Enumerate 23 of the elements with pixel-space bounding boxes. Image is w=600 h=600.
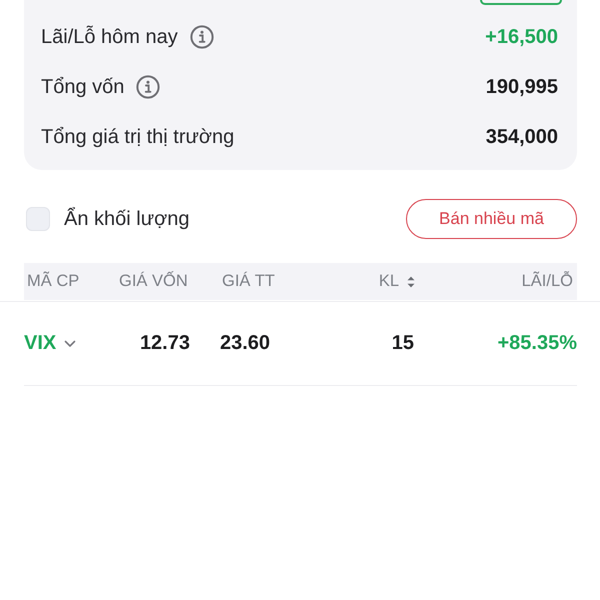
volume-cell: 15 bbox=[392, 332, 414, 355]
cut-off-button[interactable] bbox=[480, 0, 562, 5]
hide-volume-checkbox[interactable] bbox=[26, 207, 50, 231]
column-header: LÃI/LỖ bbox=[520, 272, 574, 291]
cost-price-cell: 12.73 bbox=[140, 332, 190, 355]
summary-value: +16,500 bbox=[485, 26, 558, 48]
market-price-cell: 23.60 bbox=[220, 332, 270, 355]
column-header: GIÁ VỐN bbox=[119, 272, 189, 291]
stock-symbol[interactable]: VIX bbox=[24, 332, 56, 355]
column-header[interactable]: KL bbox=[319, 272, 419, 291]
summary-label: Tổng giá trị thị trường bbox=[41, 126, 234, 148]
column-header: GIÁ TT bbox=[221, 272, 276, 291]
hide-volume-label: Ẩn khối lượng bbox=[64, 208, 190, 230]
chevron-icon[interactable] bbox=[64, 340, 76, 348]
profit-cell: +85.35% bbox=[497, 332, 577, 355]
sell-multiple-button[interactable]: Bán nhiều mã bbox=[406, 199, 577, 239]
info-icon[interactable] bbox=[136, 75, 160, 99]
summary-value: 190,995 bbox=[486, 76, 558, 98]
summary-value: 354,000 bbox=[486, 126, 558, 148]
summary-label: Lãi/Lỗ hôm nay bbox=[41, 26, 178, 48]
info-icon[interactable] bbox=[190, 25, 214, 49]
summary-label: Tổng vốn bbox=[41, 76, 124, 98]
column-header: MÃ CP bbox=[26, 272, 80, 291]
